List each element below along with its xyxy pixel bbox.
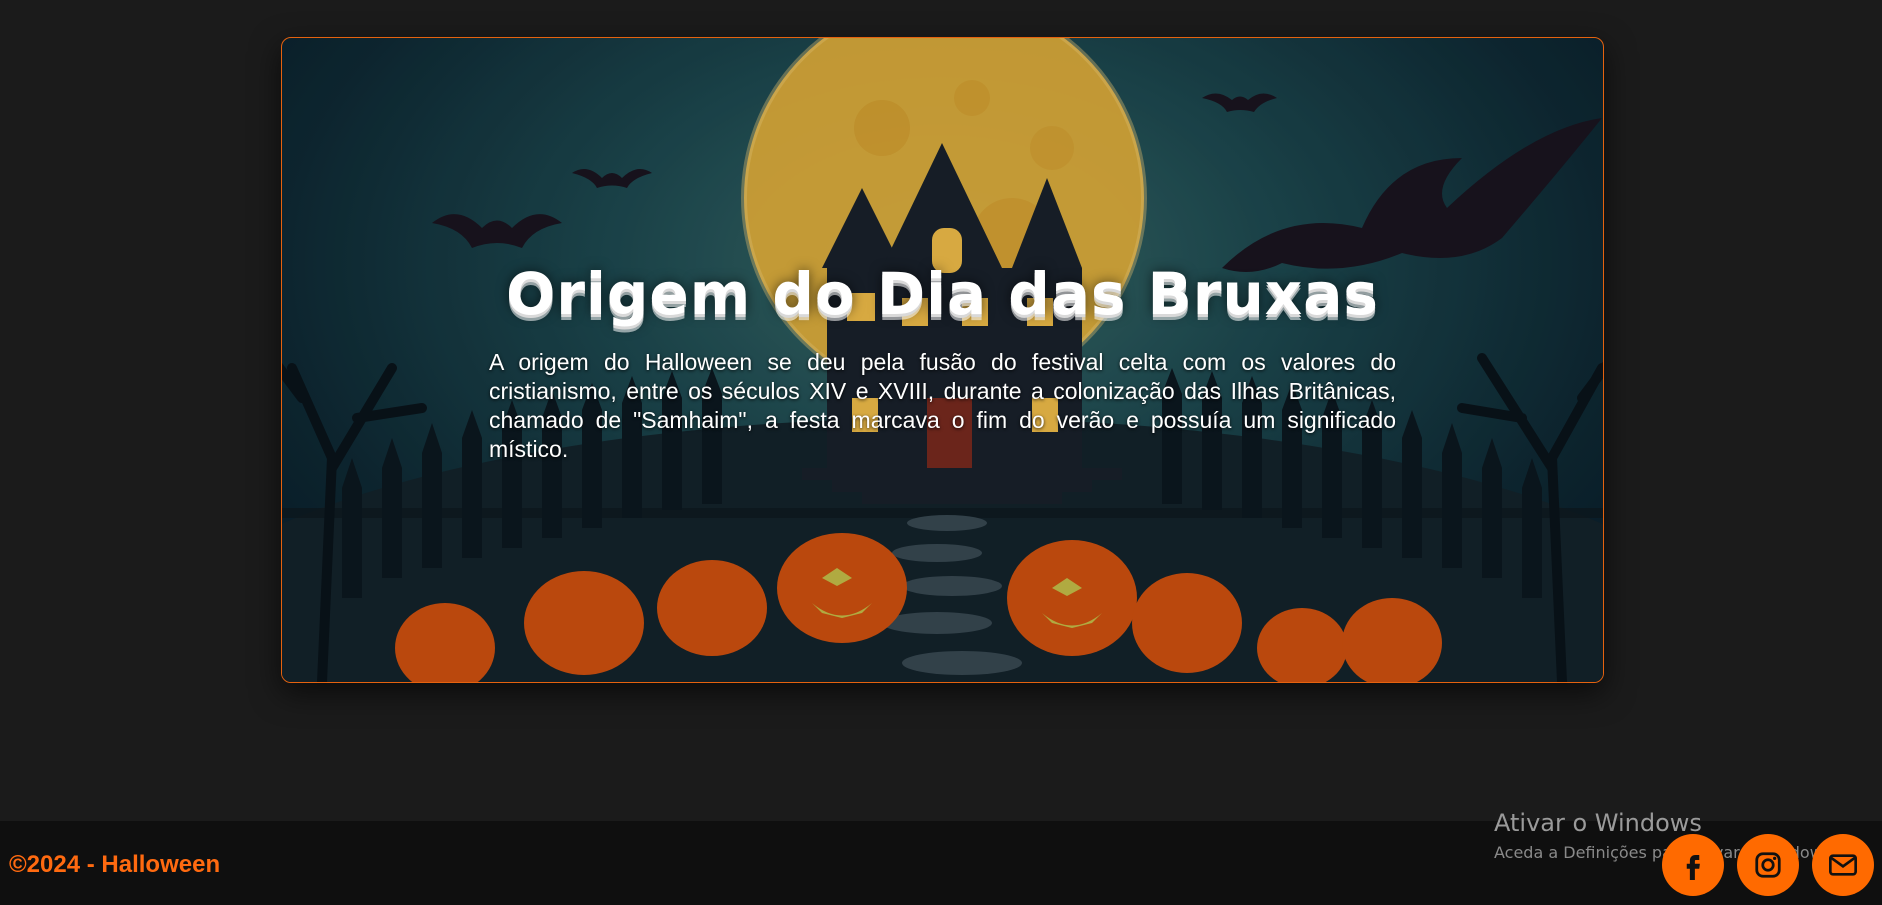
hero-card: Origem do Dia das Bruxas A origem do Hal…	[281, 37, 1604, 683]
instagram-button[interactable]	[1737, 834, 1799, 896]
windows-activation-title: Ativar o Windows	[1494, 809, 1702, 837]
instagram-icon	[1755, 852, 1781, 878]
facebook-icon	[1686, 855, 1700, 880]
facebook-button[interactable]	[1662, 834, 1724, 896]
page: Origem do Dia das Bruxas A origem do Hal…	[0, 0, 1882, 905]
hero-title: Origem do Dia das Bruxas	[506, 260, 1379, 328]
email-button[interactable]	[1812, 834, 1874, 896]
copyright-text: ©2024 - Halloween	[9, 851, 221, 878]
email-icon	[1829, 854, 1857, 876]
hero-paragraph: A origem do Halloween se deu pela fusão …	[489, 349, 1396, 462]
